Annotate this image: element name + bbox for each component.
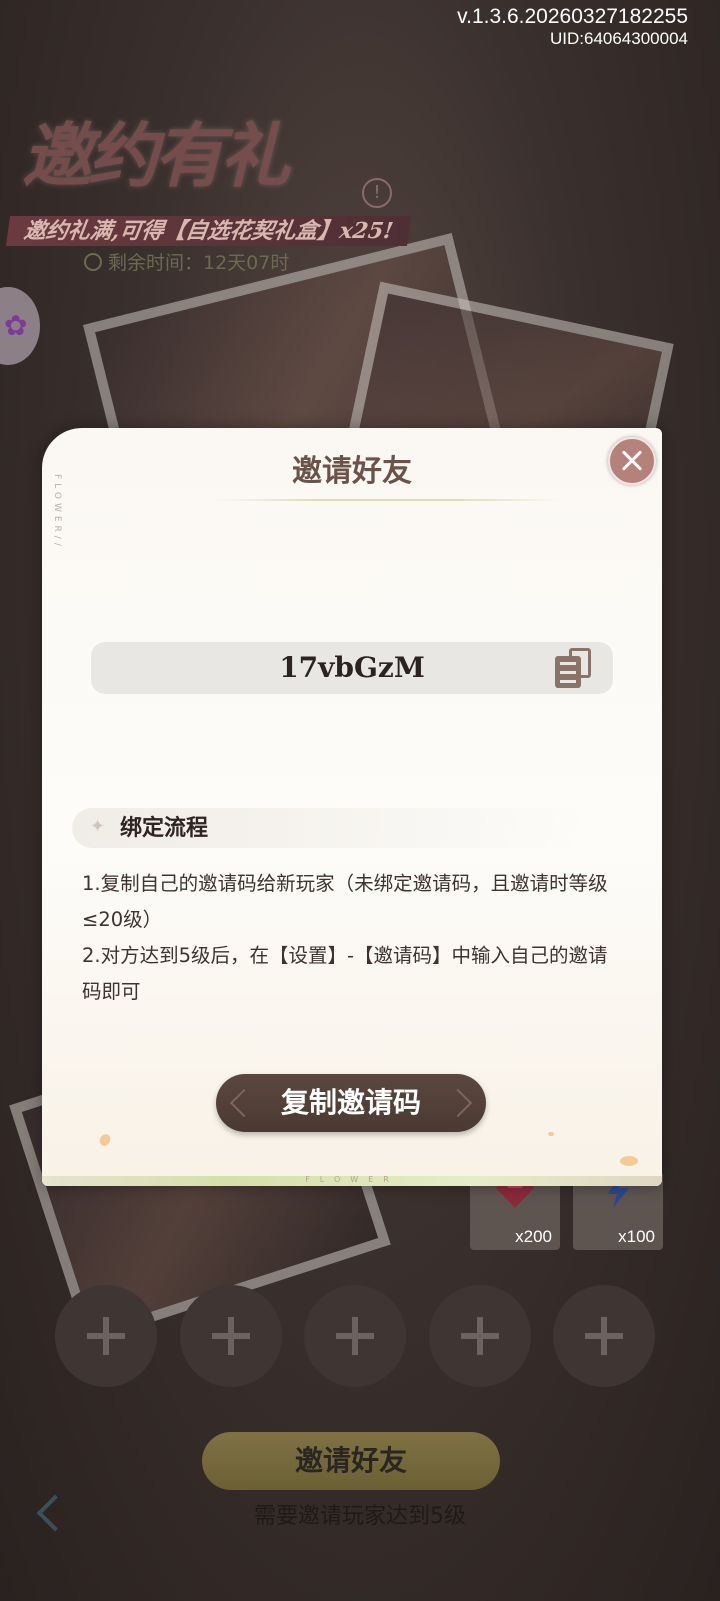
close-button[interactable] bbox=[608, 437, 656, 485]
info-button[interactable]: ! bbox=[362, 178, 392, 208]
event-subtitle: 邀约礼满,可得【自选花契礼盒】x25! bbox=[5, 216, 412, 246]
add-friend-slot[interactable] bbox=[179, 1285, 282, 1387]
version-text: v.1.3.6.20260327182255 bbox=[457, 5, 688, 28]
title-divider bbox=[212, 499, 562, 501]
rule-item: 1.复制自己的邀请码给新玩家（未绑定邀请码，且邀请时等级≤20级） bbox=[82, 872, 608, 931]
invite-slots bbox=[55, 1285, 655, 1387]
add-friend-slot[interactable] bbox=[428, 1285, 531, 1387]
reward-count: x200 bbox=[515, 1227, 552, 1246]
add-friend-slot[interactable] bbox=[553, 1285, 655, 1387]
rules-text: 1.复制自己的邀请码给新玩家（未绑定邀请码，且邀请时等级≤20级） 2.对方达到… bbox=[82, 866, 620, 1010]
section-title: 绑定流程 bbox=[120, 815, 209, 841]
side-menu-button[interactable]: ✿ bbox=[0, 287, 40, 365]
dialog-title: 邀请好友 bbox=[292, 454, 412, 489]
section-header: ✦ 绑定流程 bbox=[72, 808, 592, 848]
decor-petal bbox=[620, 1156, 638, 1166]
invite-dialog: FLOWER// 邀请好友 17vbGzM ✦ 绑定流程 1.复制自己的邀请码给… bbox=[42, 428, 662, 1186]
copy-invite-code-button[interactable]: 复制邀请码 bbox=[216, 1074, 486, 1132]
reward-count: x100 bbox=[618, 1227, 655, 1246]
time-remaining: 剩余时间：12天07时 bbox=[108, 252, 290, 274]
invite-code-box: 17vbGzM bbox=[91, 642, 613, 694]
copy-button-label: 复制邀请码 bbox=[280, 1086, 421, 1119]
add-friend-slot[interactable] bbox=[55, 1285, 157, 1387]
event-title: 邀约有礼 bbox=[22, 114, 290, 197]
version-info: v.1.3.6.20260327182255 UID:64064300004 bbox=[457, 6, 688, 50]
invite-code: 17vbGzM bbox=[279, 651, 425, 684]
decor-petal bbox=[97, 1132, 113, 1148]
decor-petal bbox=[548, 1132, 554, 1136]
invite-hint: 需要邀请玩家达到5级 bbox=[254, 1504, 466, 1529]
clock-icon bbox=[84, 253, 102, 271]
sparkle-icon: ✦ bbox=[90, 816, 106, 837]
add-friend-slot[interactable] bbox=[304, 1285, 406, 1387]
rule-item: 2.对方达到5级后，在【设置】-【邀请码】中输入自己的邀请码即可 bbox=[82, 944, 608, 1003]
event-time: 剩余时间：12天07时 bbox=[84, 248, 289, 275]
uid-text: UID:64064300004 bbox=[549, 29, 688, 48]
decor-label: FLOWER bbox=[305, 1175, 399, 1184]
flower-icon: ✿ bbox=[4, 309, 28, 342]
invite-friends-button[interactable]: 邀请好友 bbox=[202, 1432, 500, 1490]
copy-icon[interactable] bbox=[553, 648, 591, 688]
